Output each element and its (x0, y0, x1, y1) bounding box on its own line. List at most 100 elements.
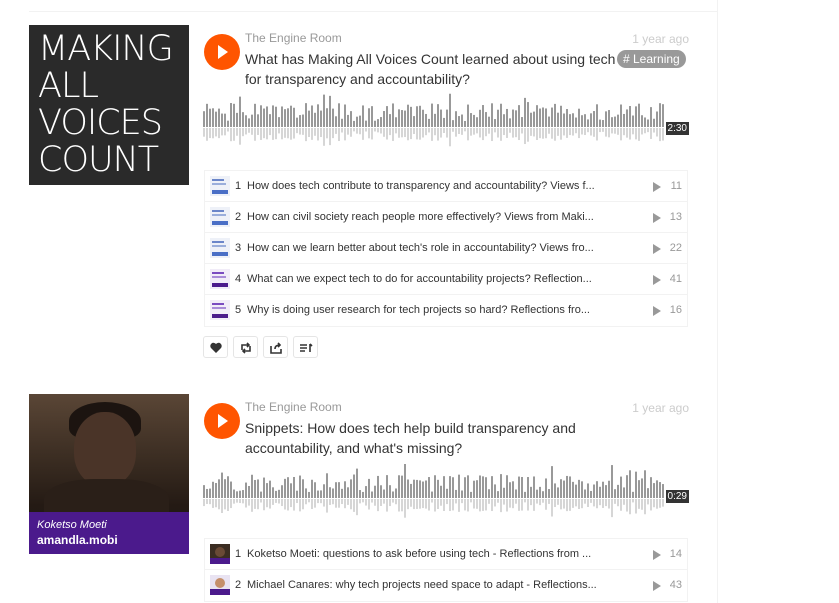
waveform-reflection (443, 128, 445, 133)
waveform-bar (443, 476, 445, 498)
waveform-reflection (527, 128, 529, 142)
waveform-bar (476, 117, 478, 127)
waveform-bar (326, 108, 328, 127)
waveform-reflection (353, 128, 355, 132)
waveform-reflection (293, 499, 295, 511)
track-artwork[interactable]: MAKING ALL VOICES COUNT (29, 25, 189, 185)
waveform-bar (653, 483, 655, 498)
waveform-reflection (257, 128, 259, 135)
like-button[interactable] (203, 336, 228, 358)
uploader-link[interactable]: The Engine Room (245, 400, 342, 414)
waveform-reflection (452, 499, 454, 511)
tracklist-row[interactable]: 3 How can we learn better about tech's r… (205, 233, 687, 264)
waveform-reflection (494, 128, 496, 133)
waveform-reflection (473, 499, 475, 509)
uploader-link[interactable]: The Engine Room (245, 31, 342, 45)
waveform-bar (227, 120, 229, 127)
tracklist-row[interactable]: 5 Why is doing user research for tech pr… (205, 295, 687, 326)
tracklist-title[interactable]: Koketso Moeti: questions to ask before u… (247, 548, 632, 560)
play-button[interactable] (204, 403, 240, 439)
waveform-bar (410, 106, 412, 127)
genre-tag[interactable]: # Learning (617, 50, 686, 68)
waveform-reflection (287, 128, 289, 139)
waveform-bar (218, 479, 220, 498)
repost-button[interactable] (233, 336, 258, 358)
tracklist-title[interactable]: How can civil society reach people more … (247, 211, 632, 223)
add-to-playlist-icon (300, 343, 313, 352)
waveform-reflection (413, 128, 415, 135)
tracklist-row[interactable]: 1 How does tech contribute to transparen… (205, 171, 687, 202)
track-title[interactable]: Snippets: How does tech help build trans… (245, 418, 625, 458)
waveform-reflection (614, 128, 616, 134)
waveform-reflection (512, 499, 514, 509)
waveform-reflection (257, 499, 259, 510)
waveform-reflection (326, 128, 328, 139)
waveform-bar (362, 105, 364, 127)
add-to-playlist-button[interactable] (293, 336, 318, 358)
waveform-bar (389, 485, 391, 498)
waveform-bar (329, 95, 331, 127)
waveform-bar (620, 476, 622, 498)
waveform-reflection (326, 499, 328, 513)
waveform-bar (404, 110, 406, 127)
track-artwork[interactable]: Koketso Moeti amandla.mobi (29, 394, 189, 554)
waveform-reflection (608, 128, 610, 138)
waveform-bar (584, 489, 586, 498)
waveform-bar (548, 489, 550, 498)
waveform-bar (584, 114, 586, 127)
waveform-reflection (299, 499, 301, 512)
waveform-reflection (596, 499, 598, 509)
share-button[interactable] (263, 336, 288, 358)
play-button[interactable] (204, 34, 240, 70)
waveform-bar (416, 106, 418, 127)
waveform-bar (209, 108, 211, 127)
waveform-bar (317, 104, 319, 127)
waveform-reflection (212, 499, 214, 508)
waveform-bar (278, 117, 280, 127)
tracklist-title[interactable]: How does tech contribute to transparency… (247, 180, 632, 192)
waveform-reflection (620, 499, 622, 511)
waveform-reflection (491, 128, 493, 142)
waveform[interactable]: 0:29 (203, 462, 689, 522)
track-thumbnail (210, 207, 230, 227)
waveform-reflection (320, 499, 322, 504)
waveform-reflection (593, 499, 595, 507)
waveform-bars (203, 93, 664, 147)
waveform-bar (230, 481, 232, 498)
waveform-bar (380, 117, 382, 127)
waveform-bar (248, 118, 250, 127)
waveform-reflection (653, 499, 655, 508)
play-count: 11 (670, 180, 682, 192)
waveform-bar (350, 111, 352, 127)
tracklist-title[interactable]: What can we expect tech to do for accoun… (247, 273, 632, 285)
waveform-bar (521, 476, 523, 498)
waveform-reflection (530, 499, 532, 506)
waveform-bar (644, 470, 646, 498)
tracklist-title[interactable]: How can we learn better about tech's rol… (247, 242, 632, 254)
waveform-bar (341, 488, 343, 498)
play-count: 14 (669, 548, 682, 560)
tracklist-row[interactable]: 1 Koketso Moeti: questions to ask before… (205, 539, 687, 570)
waveform[interactable]: 2:30 (203, 91, 689, 151)
track-thumbnail (210, 176, 230, 196)
tracklist-row[interactable]: 2 How can civil society reach people mor… (205, 202, 687, 233)
waveform-bar (320, 110, 322, 127)
waveform-reflection (206, 128, 208, 141)
track-title[interactable]: What has Making All Voices Count learned… (245, 49, 625, 89)
waveform-bar (557, 112, 559, 127)
waveform-reflection (602, 128, 604, 132)
waveform-reflection (347, 499, 349, 505)
waveform-reflection (224, 128, 226, 136)
tracklist-row[interactable]: 2 Michael Canares: why tech projects nee… (205, 570, 687, 601)
waveform-reflection (254, 499, 256, 509)
tracklist-title[interactable]: Michael Canares: why tech projects need … (247, 579, 632, 591)
waveform-bar (299, 475, 301, 498)
waveform-bar (242, 490, 244, 498)
waveform-bar (470, 113, 472, 127)
tracklist-row[interactable]: 4 What can we expect tech to do for acco… (205, 264, 687, 295)
waveform-reflection (566, 128, 568, 138)
waveform-reflection (419, 499, 421, 509)
tracklist-title[interactable]: Why is doing user research for tech proj… (247, 304, 632, 316)
artwork-text: COUNT (38, 140, 159, 180)
waveform-reflection (659, 128, 661, 142)
